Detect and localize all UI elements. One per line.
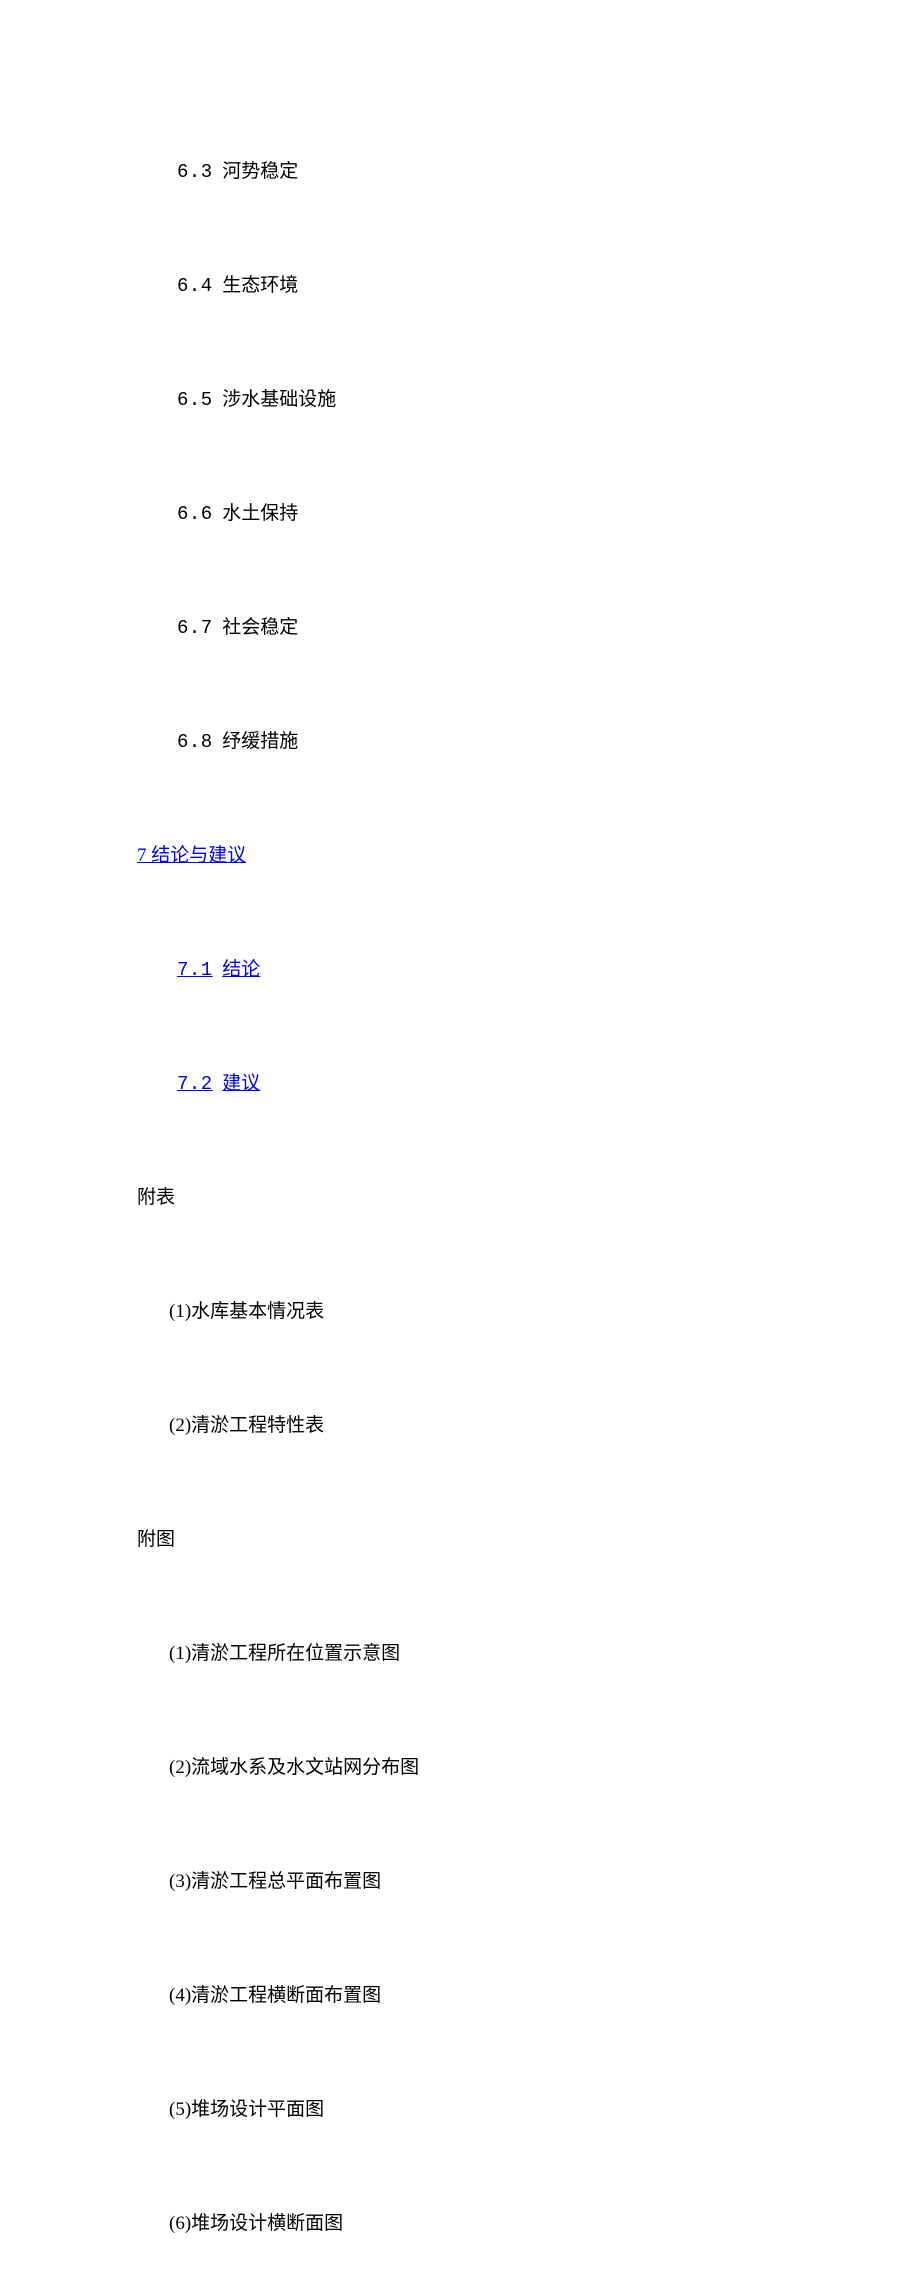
toc-section-futable: 附表 xyxy=(118,1141,920,1255)
toc-item-futable-1: (1)水库基本情况表 xyxy=(118,1255,920,1369)
toc-spacer xyxy=(213,731,223,752)
toc-spacer xyxy=(213,1073,223,1094)
toc-item-6-6: 6.6 水土保持 xyxy=(118,457,920,571)
toc-number: 6.8 xyxy=(177,731,213,753)
toc-text: 社会稳定 xyxy=(222,617,298,638)
toc-item-futu-3: (3)清淤工程总平面布置图 xyxy=(118,1825,920,1939)
toc-item-7-1[interactable]: 7.1 结论 xyxy=(118,913,920,1027)
toc-text: (2)清淤工程特性表 xyxy=(169,1415,324,1436)
toc-item-7-2[interactable]: 7.2 建议 xyxy=(118,1027,920,1141)
toc-spacer xyxy=(213,389,223,410)
toc-text: (6)堆场设计横断面图 xyxy=(169,2213,343,2234)
toc-link-text[interactable]: 建议 xyxy=(222,1073,260,1094)
toc-text: 纾缓措施 xyxy=(222,731,298,752)
toc-spacer xyxy=(213,275,223,296)
toc-text: (5)堆场设计平面图 xyxy=(169,2099,324,2120)
toc-number: 6.6 xyxy=(177,503,213,525)
toc-number: 6.7 xyxy=(177,617,213,639)
toc-item-6-8: 6.8 纾缓措施 xyxy=(118,685,920,799)
toc-number: 6.3 xyxy=(177,161,213,183)
toc-number: 6.4 xyxy=(177,275,213,297)
toc-text: 河势稳定 xyxy=(222,161,298,182)
toc-number: 6.5 xyxy=(177,389,213,411)
toc-spacer xyxy=(213,959,223,980)
toc-item-futu-6: (6)堆场设计横断面图 xyxy=(118,2167,920,2281)
toc-section-7[interactable]: 7 结论与建议 xyxy=(118,799,920,913)
toc-item-6-5: 6.5 涉水基础设施 xyxy=(118,343,920,457)
toc-item-6-7: 6.7 社会稳定 xyxy=(118,571,920,685)
toc-item-futable-2: (2)清淤工程特性表 xyxy=(118,1369,920,1483)
toc-text: 涉水基础设施 xyxy=(222,389,336,410)
toc-section-futu: 附图 xyxy=(118,1483,920,1597)
toc-heading: 附图 xyxy=(137,1529,175,1550)
toc-heading: 附表 xyxy=(137,1187,175,1208)
toc-text: (2)流域水系及水文站网分布图 xyxy=(169,1757,419,1778)
toc-link-7[interactable]: 7 结论与建议 xyxy=(137,845,246,866)
document-page: 6.3 河势稳定 6.4 生态环境 6.5 涉水基础设施 6.6 水土保持 6.… xyxy=(0,0,920,2281)
toc-link-text[interactable]: 结论 xyxy=(222,959,260,980)
toc-item-futu-2: (2)流域水系及水文站网分布图 xyxy=(118,1711,920,1825)
toc-item-6-3: 6.3 河势稳定 xyxy=(118,115,920,229)
toc-text: (1)清淤工程所在位置示意图 xyxy=(169,1643,400,1664)
toc-spacer xyxy=(213,617,223,638)
toc-spacer xyxy=(213,503,223,524)
toc-text: 生态环境 xyxy=(222,275,298,296)
toc-spacer xyxy=(213,161,223,182)
toc-text: (1)水库基本情况表 xyxy=(169,1301,324,1322)
toc-link-number[interactable]: 7.2 xyxy=(177,1073,213,1095)
toc-item-futu-4: (4)清淤工程横断面布置图 xyxy=(118,1939,920,2053)
toc-item-futu-5: (5)堆场设计平面图 xyxy=(118,2053,920,2167)
toc-item-futu-1: (1)清淤工程所在位置示意图 xyxy=(118,1597,920,1711)
toc-link-number[interactable]: 7.1 xyxy=(177,959,213,981)
toc-text: (4)清淤工程横断面布置图 xyxy=(169,1985,381,2006)
toc-text: 水土保持 xyxy=(222,503,298,524)
toc-item-6-4: 6.4 生态环境 xyxy=(118,229,920,343)
toc-text: (3)清淤工程总平面布置图 xyxy=(169,1871,381,1892)
